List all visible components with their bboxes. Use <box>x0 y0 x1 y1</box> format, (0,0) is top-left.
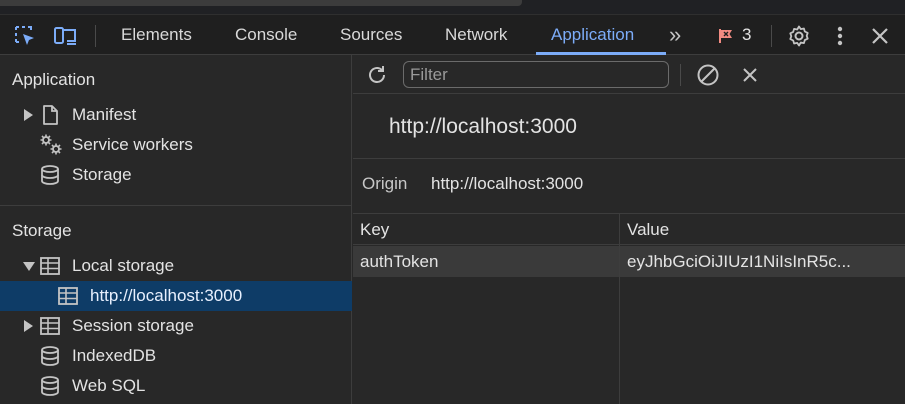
kebab-menu-icon[interactable] <box>827 23 853 49</box>
tab-elements[interactable]: Elements <box>121 15 192 55</box>
sidebar-item-label: Service workers <box>72 135 193 154</box>
section-title-application: Application <box>12 70 96 89</box>
sidebar-item-label: http://localhost:3000 <box>90 286 243 305</box>
expand-arrow-icon[interactable] <box>24 320 33 332</box>
tab-network[interactable]: Network <box>445 15 507 55</box>
clear-all-icon[interactable] <box>695 62 721 88</box>
sidebar-item-label: Session storage <box>72 316 194 335</box>
origin-heading: http://localhost:3000 <box>389 115 577 138</box>
toolbar-separator <box>680 64 681 86</box>
device-toolbar-icon[interactable] <box>53 23 79 49</box>
cell-value[interactable]: eyJhbGciOiJIUzI1NiIsInR5c... <box>620 246 905 277</box>
collapse-arrow-icon[interactable] <box>23 262 35 271</box>
top-strip-bar <box>0 0 522 6</box>
expand-arrow-icon[interactable] <box>24 109 33 121</box>
sidebar-item-label: Local storage <box>72 256 175 275</box>
sidebar-item-web-sql[interactable]: Web SQL <box>0 371 352 401</box>
more-tabs-icon[interactable]: » <box>669 15 681 55</box>
tab-application[interactable]: Application <box>551 15 634 55</box>
close-icon[interactable] <box>867 23 893 49</box>
table-icon <box>39 315 61 337</box>
sidebar-item-service-workers[interactable]: Service workers <box>0 130 352 160</box>
sidebar-item-indexeddb[interactable]: IndexedDB <box>0 341 352 371</box>
table-icon <box>57 285 79 307</box>
sidebar-item-storage[interactable]: Storage <box>0 160 352 190</box>
sidebar-item-label: IndexedDB <box>72 346 157 365</box>
origin-value: http://localhost:3000 <box>431 174 584 193</box>
toolbar-separator <box>771 25 772 47</box>
window-top-strip <box>0 0 905 14</box>
sidebar-item-session-storage[interactable]: Session storage <box>0 311 352 341</box>
column-divider[interactable] <box>619 214 620 404</box>
section-title-storage: Storage <box>12 221 72 240</box>
sidebar-item-label: Storage <box>72 165 132 184</box>
column-header-value[interactable]: Value <box>620 214 905 245</box>
delete-selected-icon[interactable] <box>737 62 763 88</box>
toolbar-separator <box>95 25 96 47</box>
table-row[interactable]: authToken eyJhbGciOiJIUzI1NiIsInR5c... <box>353 246 905 277</box>
sidebar-item-label: Manifest <box>72 105 137 124</box>
section-divider <box>0 205 352 206</box>
sidebar-item-label: Web SQL <box>72 376 146 395</box>
settings-gear-icon[interactable] <box>786 23 812 49</box>
issues-count[interactable]: 3 <box>742 15 751 55</box>
storage-table: Key Value authToken eyJhbGciOiJIUzI1NiIs… <box>353 213 905 404</box>
sidebar-item-localhost-origin[interactable]: http://localhost:3000 <box>0 281 352 311</box>
sidebar-item-local-storage[interactable]: Local storage <box>0 251 352 281</box>
storage-toolbar <box>353 55 905 94</box>
database-icon <box>39 375 61 397</box>
column-header-key[interactable]: Key <box>353 214 619 245</box>
database-icon <box>39 164 61 186</box>
issues-flag-icon[interactable] <box>716 23 736 49</box>
tab-console[interactable]: Console <box>235 15 297 55</box>
table-icon <box>39 255 61 277</box>
cell-key[interactable]: authToken <box>353 246 619 277</box>
filter-input[interactable] <box>403 61 669 88</box>
inspect-element-icon[interactable] <box>12 23 38 49</box>
refresh-icon[interactable] <box>364 62 390 88</box>
origin-row: Origin http://localhost:3000 <box>353 159 905 211</box>
gears-icon <box>38 134 64 156</box>
tab-sources[interactable]: Sources <box>340 15 402 55</box>
devtools-toolbar: Elements Console Sources Network Applica… <box>0 14 905 55</box>
file-icon <box>39 104 61 126</box>
storage-view-panel: http://localhost:3000 Origin http://loca… <box>353 55 905 404</box>
origin-label: Origin <box>362 174 408 193</box>
sidebar-item-manifest[interactable]: Manifest <box>0 100 352 130</box>
application-sidebar: Application Manifest Service workers Sto… <box>0 55 352 404</box>
database-icon <box>39 345 61 367</box>
